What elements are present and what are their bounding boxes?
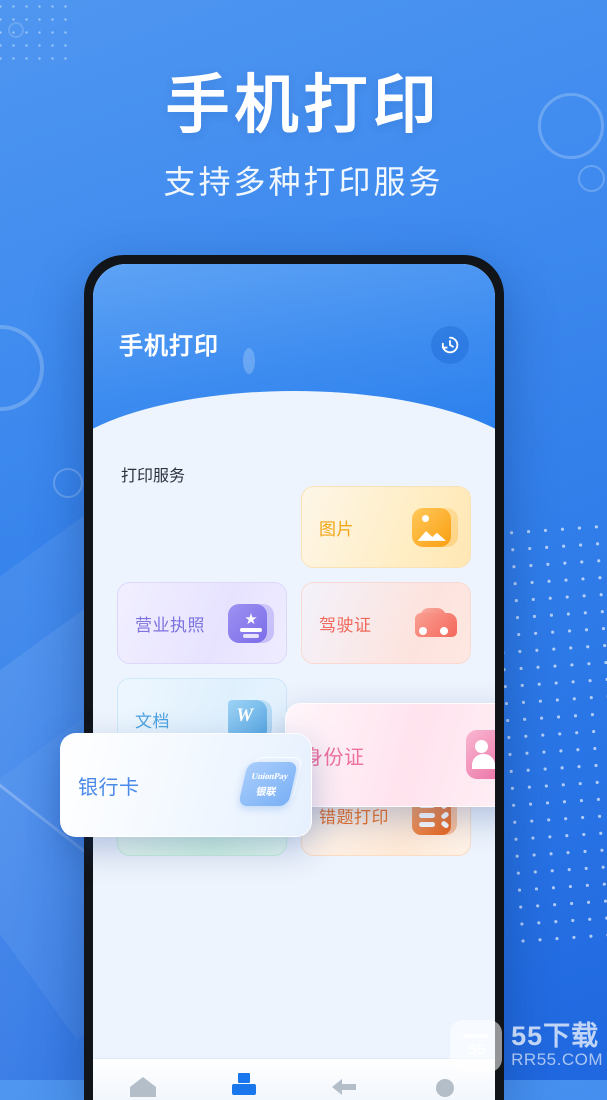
car-license-icon — [412, 600, 458, 646]
phone-screen: 手机打印 打印服务 图片 营业执照 ★ 驾驶证 文档 W 错题打印 身份证 — [93, 264, 495, 1100]
service-card-label: 营业执照 — [135, 615, 205, 635]
history-button[interactable] — [431, 326, 469, 364]
word-letter: W — [236, 705, 254, 727]
app-header: 手机打印 — [93, 264, 495, 483]
watermark-title: 55下载 — [511, 1020, 600, 1051]
home-icon — [130, 1076, 157, 1097]
decorative-ring-tiny — [8, 22, 24, 38]
decorative-ring-left — [0, 325, 44, 411]
app-title: 手机打印 — [119, 333, 219, 360]
service-card-label: 文档 — [135, 711, 170, 731]
watermark-logo-bar — [463, 1034, 490, 1038]
section-label-print-services: 打印服务 — [121, 468, 186, 485]
hero-section: 手机打印 支持多种打印服务 — [0, 69, 607, 203]
watermark-logo-text: 55 — [467, 1041, 486, 1058]
service-card-label: 身份证 — [303, 746, 365, 769]
hero-subtitle: 支持多种打印服务 — [163, 164, 444, 201]
bottom-tab-bar — [93, 1058, 495, 1100]
unionpay-card-icon: UnionPay 银联 — [237, 756, 304, 814]
watermark-domain: RR55.COM — [511, 1050, 603, 1070]
business-license-icon: ★ — [228, 600, 274, 646]
title-decoration-orb — [243, 348, 255, 374]
watermark: 55 55下载 RR55.COM — [450, 1020, 603, 1072]
id-card-icon — [466, 726, 495, 784]
service-card-label: 银行卡 — [78, 776, 140, 799]
service-card-label: 驾驶证 — [319, 615, 372, 635]
watermark-text: 55下载 RR55.COM — [511, 1020, 603, 1070]
watermark-logo: 55 — [450, 1020, 503, 1072]
phone-mockup: 手机打印 打印服务 图片 营业执照 ★ 驾驶证 文档 W 错题打印 身份证 银行… — [60, 255, 504, 1100]
circle-dot-icon — [435, 1078, 454, 1097]
history-clock-icon — [441, 336, 459, 354]
service-card-driver-license[interactable]: 驾驶证 — [301, 582, 471, 664]
printer-icon — [231, 1072, 256, 1095]
service-card-image[interactable]: 图片 — [301, 486, 471, 568]
service-card-bank-card[interactable]: 银行卡 UnionPay 银联 — [60, 733, 312, 837]
decorative-ring-small-left — [53, 468, 83, 498]
service-card-business-license[interactable]: 营业执照 ★ — [117, 582, 287, 664]
image-picture-icon — [412, 504, 458, 550]
service-card-id-card[interactable]: 身份证 — [285, 703, 495, 807]
unionpay-cn: 银联 — [254, 786, 278, 798]
unionpay-brand: UnionPay — [250, 770, 290, 781]
hero-title: 手机打印 — [165, 69, 442, 141]
service-card-label: 图片 — [319, 519, 354, 539]
